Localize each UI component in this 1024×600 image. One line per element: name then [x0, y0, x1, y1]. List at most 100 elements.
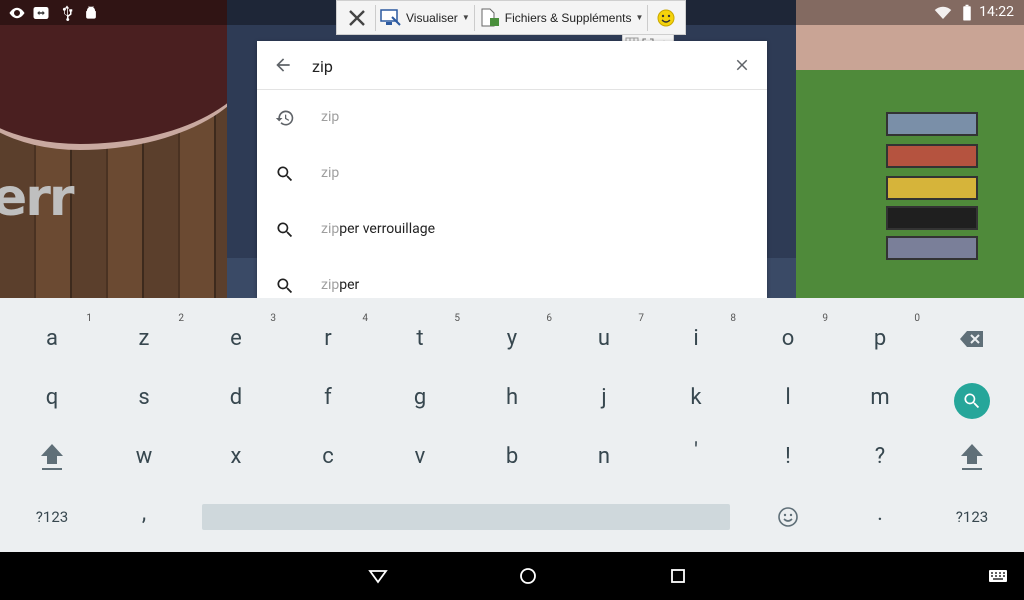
key-n[interactable]: n [558, 427, 650, 486]
key-a[interactable]: a1 [6, 309, 98, 368]
key-x[interactable]: x [190, 427, 282, 486]
backspace-icon [960, 330, 983, 347]
toolbar-separator [473, 4, 475, 31]
key-r[interactable]: r4 [282, 309, 374, 368]
suggestion-item[interactable]: zip [257, 146, 767, 202]
symbols-key-right[interactable]: ?123 [926, 487, 1018, 546]
book-shelf [886, 176, 978, 200]
key-g[interactable]: g [374, 368, 466, 427]
key-d[interactable]: d [190, 368, 282, 427]
key-label: e [230, 326, 242, 351]
key-comma[interactable]: , [98, 484, 190, 543]
close-icon [349, 9, 365, 26]
key-s[interactable]: s [98, 368, 190, 427]
key-label: p [873, 326, 887, 351]
key-hint: 1 [86, 313, 92, 324]
search-bar [257, 41, 767, 90]
chevron-down-icon: ▼ [635, 13, 644, 22]
shift-icon [961, 443, 983, 470]
key-i[interactable]: i8 [650, 309, 742, 368]
backspace-key[interactable] [926, 309, 1018, 368]
key-c[interactable]: c [282, 427, 374, 486]
key-label: t [416, 326, 424, 351]
symbols-key-left[interactable]: ?123 [6, 487, 98, 546]
background-brand-text: err [0, 168, 75, 228]
key-e[interactable]: e3 [190, 309, 282, 368]
key-m[interactable]: m [834, 368, 926, 427]
wifi-icon [934, 6, 952, 19]
back-arrow-icon[interactable] [273, 55, 293, 75]
suggestion-text: zip [321, 109, 340, 125]
book-shelf [886, 144, 978, 168]
key-hint: 5 [454, 313, 460, 324]
book-shelf [886, 112, 978, 136]
suggestion-text: zipper verrouillage [321, 221, 436, 237]
key-p[interactable]: p0 [834, 309, 926, 368]
key-l[interactable]: l [742, 368, 834, 427]
key-label: z [138, 326, 150, 351]
search-panel: zip zip zipper verrouillage zipper [257, 41, 767, 298]
key-hint: 6 [546, 313, 552, 324]
view-menu-button[interactable]: Visualiser ▼ [380, 8, 470, 28]
key-j[interactable]: j [558, 368, 650, 427]
history-icon [275, 110, 294, 126]
key-h[interactable]: h [466, 368, 558, 427]
key-hint: 9 [822, 313, 828, 324]
toolbar-close-button[interactable] [343, 4, 371, 32]
monitor-icon [380, 8, 401, 26]
remote-control-icon [33, 7, 49, 19]
key-question[interactable]: ? [834, 427, 926, 486]
navigation-bar [0, 552, 1024, 600]
android-debug-icon [86, 6, 96, 19]
keyboard-switch-icon[interactable] [988, 566, 1008, 586]
key-t[interactable]: t5 [374, 309, 466, 368]
search-action-key[interactable] [954, 383, 990, 419]
key-hint: 3 [270, 313, 276, 324]
back-triangle-icon[interactable] [368, 566, 388, 586]
background-left-panel: err [0, 0, 260, 298]
view-menu-label: Visualiser [406, 10, 458, 25]
key-label: o [781, 326, 795, 351]
key-w[interactable]: w [98, 427, 190, 486]
shift-key-left[interactable] [6, 427, 98, 486]
key-hint: 8 [730, 313, 736, 324]
suggestion-item[interactable]: zipper verrouillage [257, 202, 767, 258]
emoji-key[interactable] [742, 487, 834, 546]
key-label: u [597, 326, 611, 351]
search-input[interactable] [312, 53, 692, 79]
key-f[interactable]: f [282, 368, 374, 427]
key-o[interactable]: o9 [742, 309, 834, 368]
shift-key-right[interactable] [926, 427, 1018, 486]
key-exclamation[interactable]: ! [742, 427, 834, 486]
suggestion-text: zipper [321, 277, 360, 293]
key-z[interactable]: z2 [98, 309, 190, 368]
recents-square-icon[interactable] [668, 566, 688, 586]
toolbar-separator [647, 4, 649, 31]
home-circle-icon[interactable] [518, 566, 538, 586]
emoji-feedback-button[interactable] [652, 4, 680, 32]
smiley-icon [657, 9, 675, 26]
space-key[interactable] [202, 504, 730, 530]
status-clock: 14:22 [979, 4, 1014, 20]
remote-toolbar: Visualiser ▼ Fichiers & Suppléments ▼ [336, 0, 686, 35]
key-label: a [46, 326, 58, 351]
files-menu-button[interactable]: Fichiers & Suppléments ▼ [479, 8, 644, 28]
key-period[interactable]: . [834, 484, 926, 543]
key-b[interactable]: b [466, 427, 558, 486]
key-hint: 0 [914, 313, 920, 324]
clear-icon[interactable] [733, 56, 751, 74]
key-apostrophe[interactable]: ' [650, 422, 742, 481]
smiley-icon [778, 506, 798, 527]
suggestion-item[interactable]: zipper [257, 258, 767, 298]
key-u[interactable]: u7 [558, 309, 650, 368]
eye-icon [9, 7, 25, 19]
key-q[interactable]: q [6, 368, 98, 427]
suggestion-item[interactable]: zip [257, 90, 767, 146]
usb-icon [62, 5, 73, 22]
shift-icon [41, 443, 63, 470]
key-v[interactable]: v [374, 427, 466, 486]
key-y[interactable]: y6 [466, 309, 558, 368]
search-icon [277, 166, 293, 182]
key-label: i [693, 326, 699, 351]
key-k[interactable]: k [650, 368, 742, 427]
